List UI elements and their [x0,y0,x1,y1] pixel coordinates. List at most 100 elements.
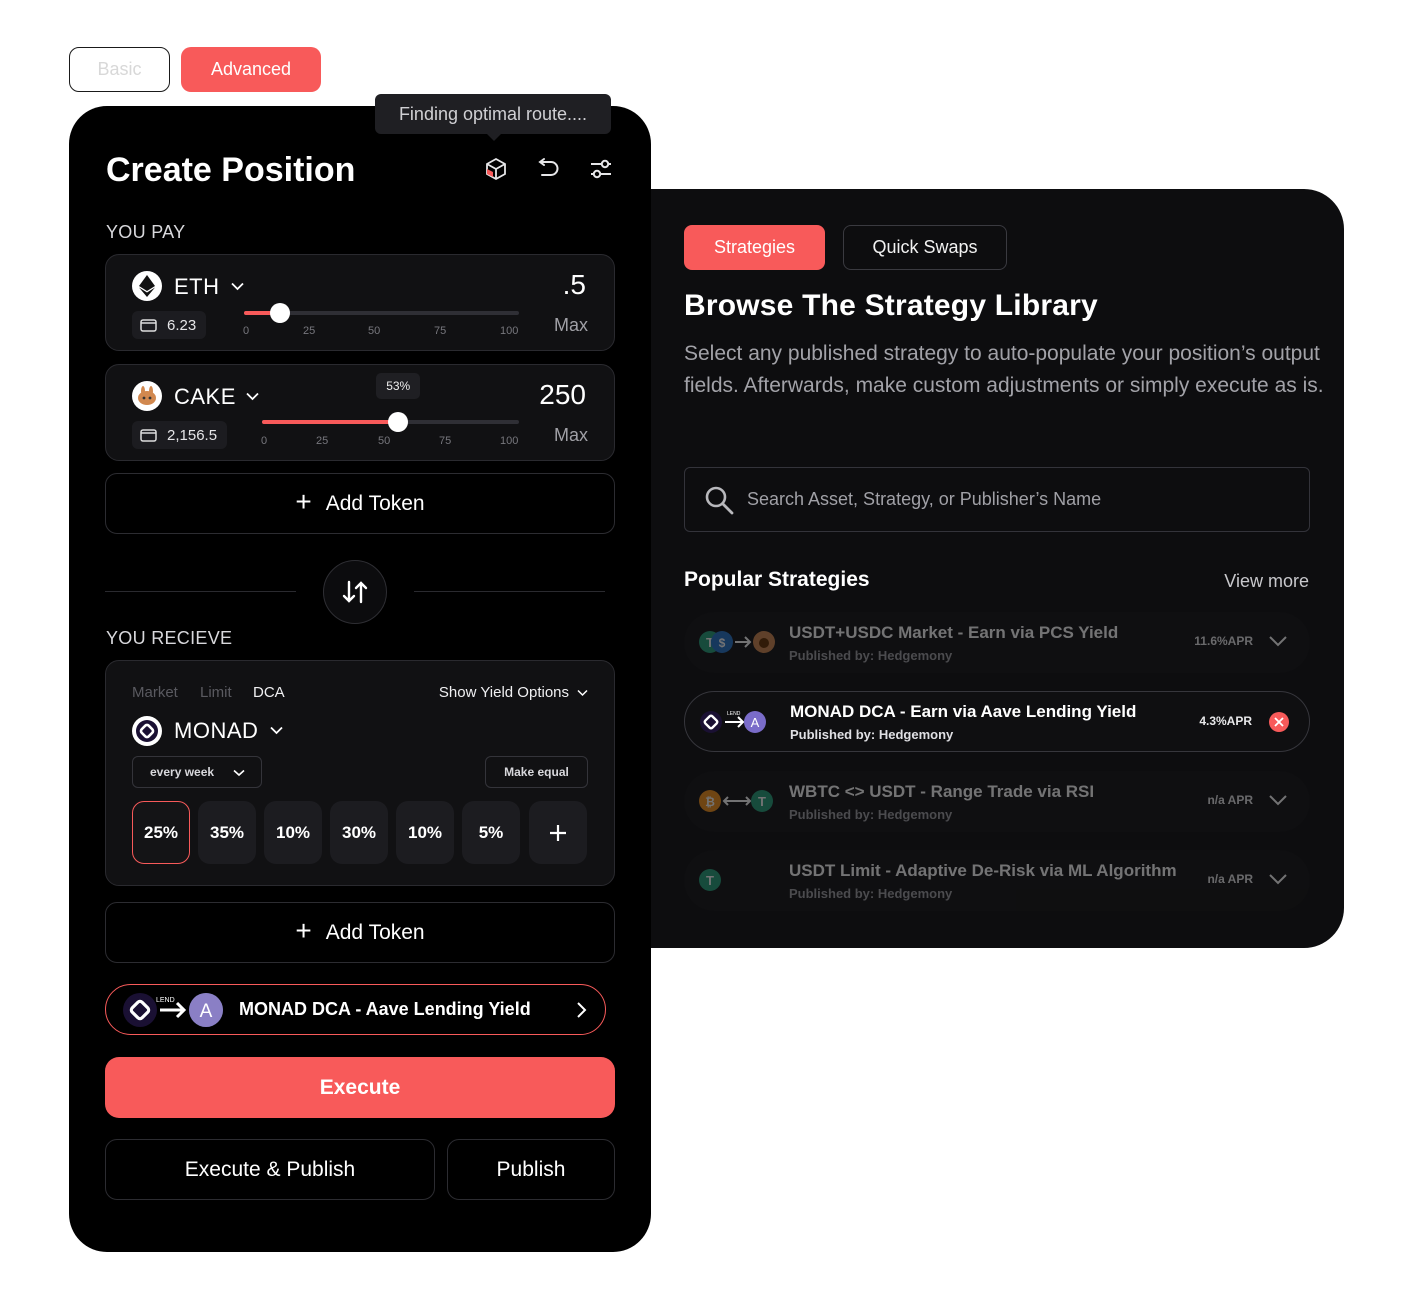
strategy-row[interactable]: T USDT Limit - Adaptive De-Risk via ML A… [684,850,1310,911]
slider-tick: 25 [303,325,316,337]
tab-strategies[interactable]: Strategies [684,225,825,270]
monad-aave-route-icon: LEND A [123,993,223,1027]
tab-market[interactable]: Market [132,684,178,701]
strategy-publisher: Published by: Hedgemony [790,727,954,742]
publish-button[interactable]: Publish [447,1139,615,1200]
token-symbol[interactable]: ETH [174,274,220,300]
token-symbol[interactable]: CAKE [174,384,236,410]
add-pay-token-button[interactable]: + Add Token [105,473,615,534]
strategy-apr: n/a APR [1207,793,1253,807]
strategy-apr: n/a APR [1207,872,1253,886]
you-pay-label: YOU PAY [106,222,186,242]
plus-icon: + [295,914,312,946]
undo-icon[interactable] [535,156,561,182]
allocation-percent-button[interactable]: 30% [330,801,388,864]
strategy-library-panel: Strategies Quick Swaps Browse The Strate… [600,189,1344,948]
slider-tick: 25 [316,435,329,447]
pay-amount[interactable]: 250 [539,379,586,411]
allocation-percent-button[interactable]: 10% [396,801,454,864]
popular-strategies-title: Popular Strategies [684,568,870,591]
svg-text:LEND: LEND [727,711,741,717]
balance-value: 2,156.5 [167,426,218,444]
basic-mode-button[interactable]: Basic [69,47,170,92]
wallet-icon [140,429,157,442]
divider [105,591,296,592]
strategy-publisher: Published by: Hedgemony [789,648,953,663]
max-button[interactable]: Max [554,315,588,336]
slider-percent-bubble: 53% [376,373,421,399]
pay-token-cake: CAKE 2,156.5 53% 0 25 50 75 100 250 Max [105,364,615,461]
wbtc-usdt-route-icon: ₿ T [699,790,773,812]
page-title: Create Position [106,151,356,189]
plus-icon [550,824,566,841]
monad-icon[interactable] [132,716,162,746]
plus-icon: + [295,485,312,517]
frequency-select[interactable]: every week [132,756,262,788]
usdt-icon: T [699,869,721,891]
receive-token-symbol[interactable]: MONAD [174,718,258,744]
slider-tick: 50 [368,325,381,337]
strategy-name: USDT+USDC Market - Earn via PCS Yield [789,623,1119,642]
svg-text:$: $ [719,636,726,650]
yield-options-label: Show Yield Options [438,684,569,701]
chevron-down-icon[interactable] [1268,872,1288,886]
strategy-row[interactable]: ₿ T WBTC <> USDT - Range Trade via RSI P… [684,771,1310,832]
tab-quick-swaps[interactable]: Quick Swaps [843,225,1007,270]
monad-aave-route-icon: LEND A [700,711,766,733]
search-placeholder: Search Asset, Strategy, or Publisher’s N… [747,489,1102,509]
amount-slider[interactable]: 53% [262,373,519,432]
max-button[interactable]: Max [554,425,588,446]
chevron-down-icon [233,769,245,777]
amount-slider[interactable] [244,303,519,323]
chevron-down-icon[interactable] [246,392,259,401]
add-allocation-button[interactable] [529,801,587,864]
tab-limit[interactable]: Limit [200,684,232,701]
strategy-name: USDT Limit - Adaptive De-Risk via ML Alg… [789,861,1177,880]
eth-icon[interactable] [132,271,162,301]
chevron-down-icon[interactable] [231,282,244,291]
allocation-percent-button[interactable]: 10% [264,801,322,864]
chevron-down-icon[interactable] [1268,793,1288,807]
strategy-row[interactable]: T $ USDT+USDC Market - Earn via PCS Yiel… [684,612,1310,673]
show-yield-options-dropdown[interactable]: Show Yield Options [439,684,588,701]
strategy-apr: 11.6%APR [1194,634,1253,648]
advanced-mode-button[interactable]: Advanced [181,47,321,92]
close-icon[interactable] [1269,712,1289,732]
token-balance: 2,156.5 [132,421,228,449]
strategy-publisher: Published by: Hedgemony [789,886,953,901]
tab-dca[interactable]: DCA [253,684,285,701]
allocation-percent-button[interactable]: 35% [198,801,256,864]
chevron-down-icon[interactable] [1268,634,1288,648]
slider-tick: 75 [439,435,452,447]
strategy-publisher: Published by: Hedgemony [789,807,953,822]
allocation-percent-button[interactable]: 25% [132,801,190,864]
strategy-apr: 4.3%APR [1199,714,1252,728]
swap-direction-button[interactable] [323,560,387,624]
chevron-down-icon[interactable] [270,726,283,735]
allocation-percent-button[interactable]: 5% [462,801,520,864]
add-receive-token-button[interactable]: + Add Token [105,902,615,963]
view-more-link[interactable]: View more [1224,571,1309,592]
slider-handle[interactable] [388,412,409,432]
make-equal-button[interactable]: Make equal [485,756,588,788]
slider-handle[interactable] [269,303,290,323]
cake-icon[interactable] [132,381,162,411]
token-balance: 6.23 [132,311,207,339]
route-cube-icon[interactable] [483,156,509,182]
selected-strategy-pill[interactable]: LEND A MONAD DCA - Aave Lending Yield [105,984,606,1035]
frequency-value: every week [150,765,215,779]
strategy-name: WBTC <> USDT - Range Trade via RSI [789,782,1095,801]
swap-arrows-icon [342,580,368,604]
execute-publish-button[interactable]: Execute & Publish [105,1139,435,1200]
library-title: Browse The Strategy Library [684,289,1098,322]
execute-button[interactable]: Execute [105,1057,615,1118]
balance-value: 6.23 [167,316,197,334]
settings-sliders-icon[interactable] [588,156,614,182]
slider-tick: 100 [500,325,519,337]
route-status-tooltip: Finding optimal route.... [375,94,611,141]
pay-amount[interactable]: .5 [563,269,586,301]
strategy-name: MONAD DCA - Earn via Aave Lending Yield [790,702,1137,721]
create-position-panel: Create Position YOU PAY ETH 6.23 0 25 50 [69,106,651,1252]
strategy-row-selected[interactable]: LEND A MONAD DCA - Earn via Aave Lending… [684,691,1310,752]
strategy-search-input[interactable]: Search Asset, Strategy, or Publisher’s N… [684,467,1310,532]
